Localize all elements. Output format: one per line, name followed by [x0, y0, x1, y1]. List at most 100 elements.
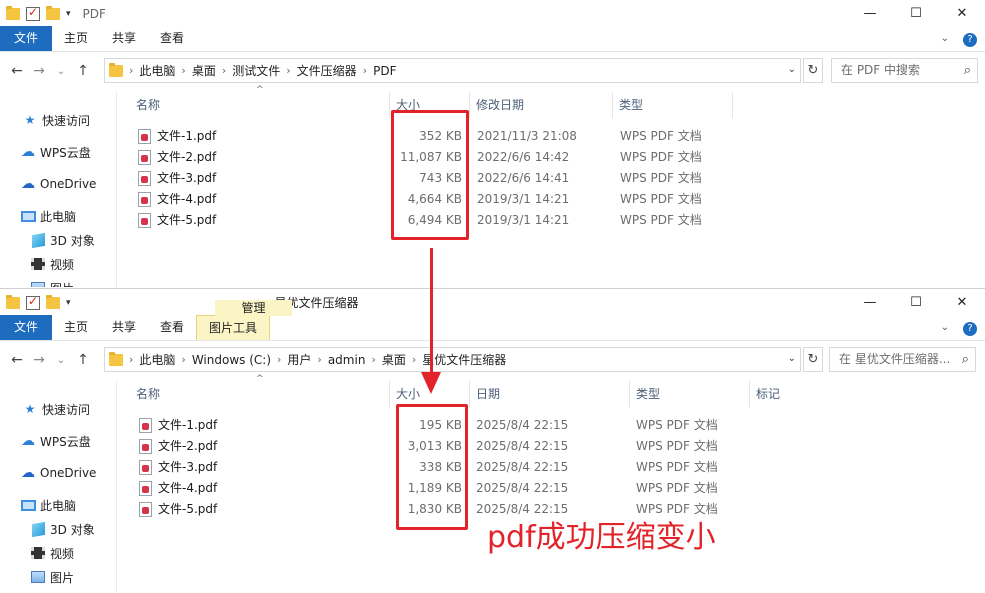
breadcrumb-item[interactable]: 用户: [287, 351, 311, 368]
quick-access-toolbar: ▾: [0, 5, 71, 21]
address-bar[interactable]: › 此电脑 › 桌面 › 测试文件 › 文件压缩器 › PDF ⌄: [104, 58, 801, 83]
star-icon: ★: [24, 113, 36, 127]
navigation-pane: ★快速访问 ☁WPS云盘 ☁OneDrive 此电脑 3D 对象 视频 图片: [0, 92, 117, 287]
folder-icon[interactable]: [6, 294, 20, 309]
expand-ribbon-icon[interactable]: ⌄: [941, 33, 949, 47]
tab-home[interactable]: 主页: [52, 26, 100, 51]
breadcrumb-item[interactable]: 星优文件压缩器: [422, 351, 506, 368]
nav-videos[interactable]: 视频: [30, 253, 74, 275]
ribbon-tabs: 文件 主页 共享 查看 ⌄ ?: [0, 26, 985, 52]
breadcrumb-item[interactable]: admin: [328, 353, 366, 367]
cloud-icon: ☁: [21, 176, 35, 192]
nav-this-pc[interactable]: 此电脑: [20, 494, 76, 516]
back-arrow-icon[interactable]: ←: [6, 63, 28, 79]
breadcrumb-item[interactable]: 桌面: [192, 62, 216, 79]
window-controls: — ☐ ✕: [847, 289, 985, 316]
new-folder-icon[interactable]: [46, 294, 60, 309]
nav-wps-cloud[interactable]: ☁ WPS云盘: [20, 430, 91, 452]
column-header-tags[interactable]: 标记: [750, 381, 830, 407]
forward-arrow-icon[interactable]: →: [28, 63, 50, 79]
tab-home[interactable]: 主页: [52, 315, 100, 340]
column-header-type[interactable]: 类型: [613, 92, 733, 118]
breadcrumb-item[interactable]: 测试文件: [232, 62, 280, 79]
nav-onedrive[interactable]: ☁ OneDrive: [20, 173, 96, 195]
back-arrow-icon[interactable]: ←: [6, 352, 28, 368]
cloud-icon: ☁: [21, 465, 35, 481]
folder-icon[interactable]: [6, 5, 20, 20]
breadcrumb-item[interactable]: PDF: [373, 64, 396, 78]
help-icon[interactable]: ?: [963, 33, 977, 47]
up-arrow-icon[interactable]: ↑: [72, 352, 94, 368]
refresh-icon[interactable]: ↻: [803, 347, 823, 372]
breadcrumb-item[interactable]: 此电脑: [139, 62, 175, 79]
close-button[interactable]: ✕: [939, 0, 985, 27]
checkmark-icon[interactable]: [26, 294, 40, 310]
pdf-file-icon: [138, 192, 151, 207]
tab-view[interactable]: 查看: [148, 26, 196, 51]
column-header-type[interactable]: 类型: [630, 381, 750, 407]
expand-ribbon-icon[interactable]: ⌄: [941, 322, 949, 336]
checkmark-icon[interactable]: [26, 5, 40, 21]
refresh-icon[interactable]: ↻: [803, 58, 823, 83]
tab-share[interactable]: 共享: [100, 26, 148, 51]
search-input[interactable]: 在 星优文件压缩器... ⌕: [829, 347, 976, 372]
recent-locations-icon[interactable]: ⌄: [50, 355, 72, 366]
breadcrumb-item[interactable]: 桌面: [382, 351, 406, 368]
nav-pictures[interactable]: 图片: [30, 566, 74, 588]
maximize-button[interactable]: ☐: [893, 0, 939, 27]
file-name: 文件-3.pdf: [157, 171, 217, 185]
column-header-name[interactable]: 名称: [130, 381, 390, 407]
navigation-pane: ★快速访问 ☁WPS云盘 ☁OneDrive 此电脑 3D 对象 视频 图片: [0, 381, 117, 591]
breadcrumb-item[interactable]: 此电脑: [139, 351, 175, 368]
highlight-box-compressed-sizes: [396, 404, 468, 530]
file-type: WPS PDF 文档: [620, 192, 702, 206]
tab-share[interactable]: 共享: [100, 315, 148, 340]
nav-pictures[interactable]: 图片: [30, 277, 74, 287]
minimize-button[interactable]: —: [847, 289, 893, 316]
pdf-file-icon: [138, 171, 151, 186]
tab-file[interactable]: 文件: [0, 26, 52, 51]
forward-arrow-icon[interactable]: →: [28, 352, 50, 368]
tab-view[interactable]: 查看: [148, 315, 196, 340]
highlight-box-original-sizes: [391, 110, 469, 240]
up-arrow-icon[interactable]: ↑: [72, 63, 94, 79]
star-icon: ★: [24, 402, 36, 416]
file-date: 2025/8/4 22:15: [476, 439, 569, 453]
context-tab-group-label: 管理: [215, 300, 292, 316]
nav-onedrive[interactable]: ☁ OneDrive: [20, 462, 96, 484]
nav-this-pc[interactable]: 此电脑: [20, 205, 76, 227]
cube-icon: [31, 232, 45, 248]
help-icon[interactable]: ?: [963, 322, 977, 336]
column-header-date[interactable]: 日期: [470, 381, 630, 407]
column-header-date[interactable]: 修改日期: [470, 92, 613, 118]
tab-picture-tools[interactable]: 图片工具: [196, 315, 271, 340]
nav-3d-objects[interactable]: 3D 对象: [30, 229, 95, 251]
customize-dropdown-icon[interactable]: ▾: [66, 9, 71, 19]
minimize-button[interactable]: —: [847, 0, 893, 27]
tab-file[interactable]: 文件: [0, 315, 52, 340]
file-type: WPS PDF 文档: [636, 481, 718, 495]
file-date: 2025/8/4 22:15: [476, 481, 569, 495]
nav-quick-access[interactable]: ★ 快速访问: [22, 109, 90, 131]
maximize-button[interactable]: ☐: [893, 289, 939, 316]
address-bar[interactable]: › 此电脑 › Windows (C:) › 用户 › admin › 桌面 ›…: [104, 347, 801, 372]
nav-wps-cloud[interactable]: ☁ WPS云盘: [20, 141, 91, 163]
address-dropdown-icon[interactable]: ⌄: [788, 353, 796, 364]
breadcrumb-item[interactable]: 文件压缩器: [297, 62, 357, 79]
address-dropdown-icon[interactable]: ⌄: [788, 64, 796, 75]
file-type: WPS PDF 文档: [636, 460, 718, 474]
new-folder-icon[interactable]: [46, 5, 60, 20]
file-date: 2019/3/1 14:21: [477, 192, 570, 206]
nav-quick-access[interactable]: ★ 快速访问: [22, 398, 90, 420]
breadcrumb-item[interactable]: Windows (C:): [192, 353, 271, 367]
nav-videos[interactable]: 视频: [30, 542, 74, 564]
search-input[interactable]: 在 PDF 中搜索 ⌕: [831, 58, 978, 83]
close-button[interactable]: ✕: [939, 289, 985, 316]
ribbon-right-controls: ⌄ ?: [941, 33, 977, 47]
nav-3d-objects[interactable]: 3D 对象: [30, 518, 95, 540]
customize-dropdown-icon[interactable]: ▾: [66, 298, 71, 308]
file-type: WPS PDF 文档: [620, 129, 702, 143]
folder-icon: [109, 62, 123, 77]
column-header-name[interactable]: 名称: [130, 92, 390, 118]
recent-locations-icon[interactable]: ⌄: [50, 66, 72, 77]
